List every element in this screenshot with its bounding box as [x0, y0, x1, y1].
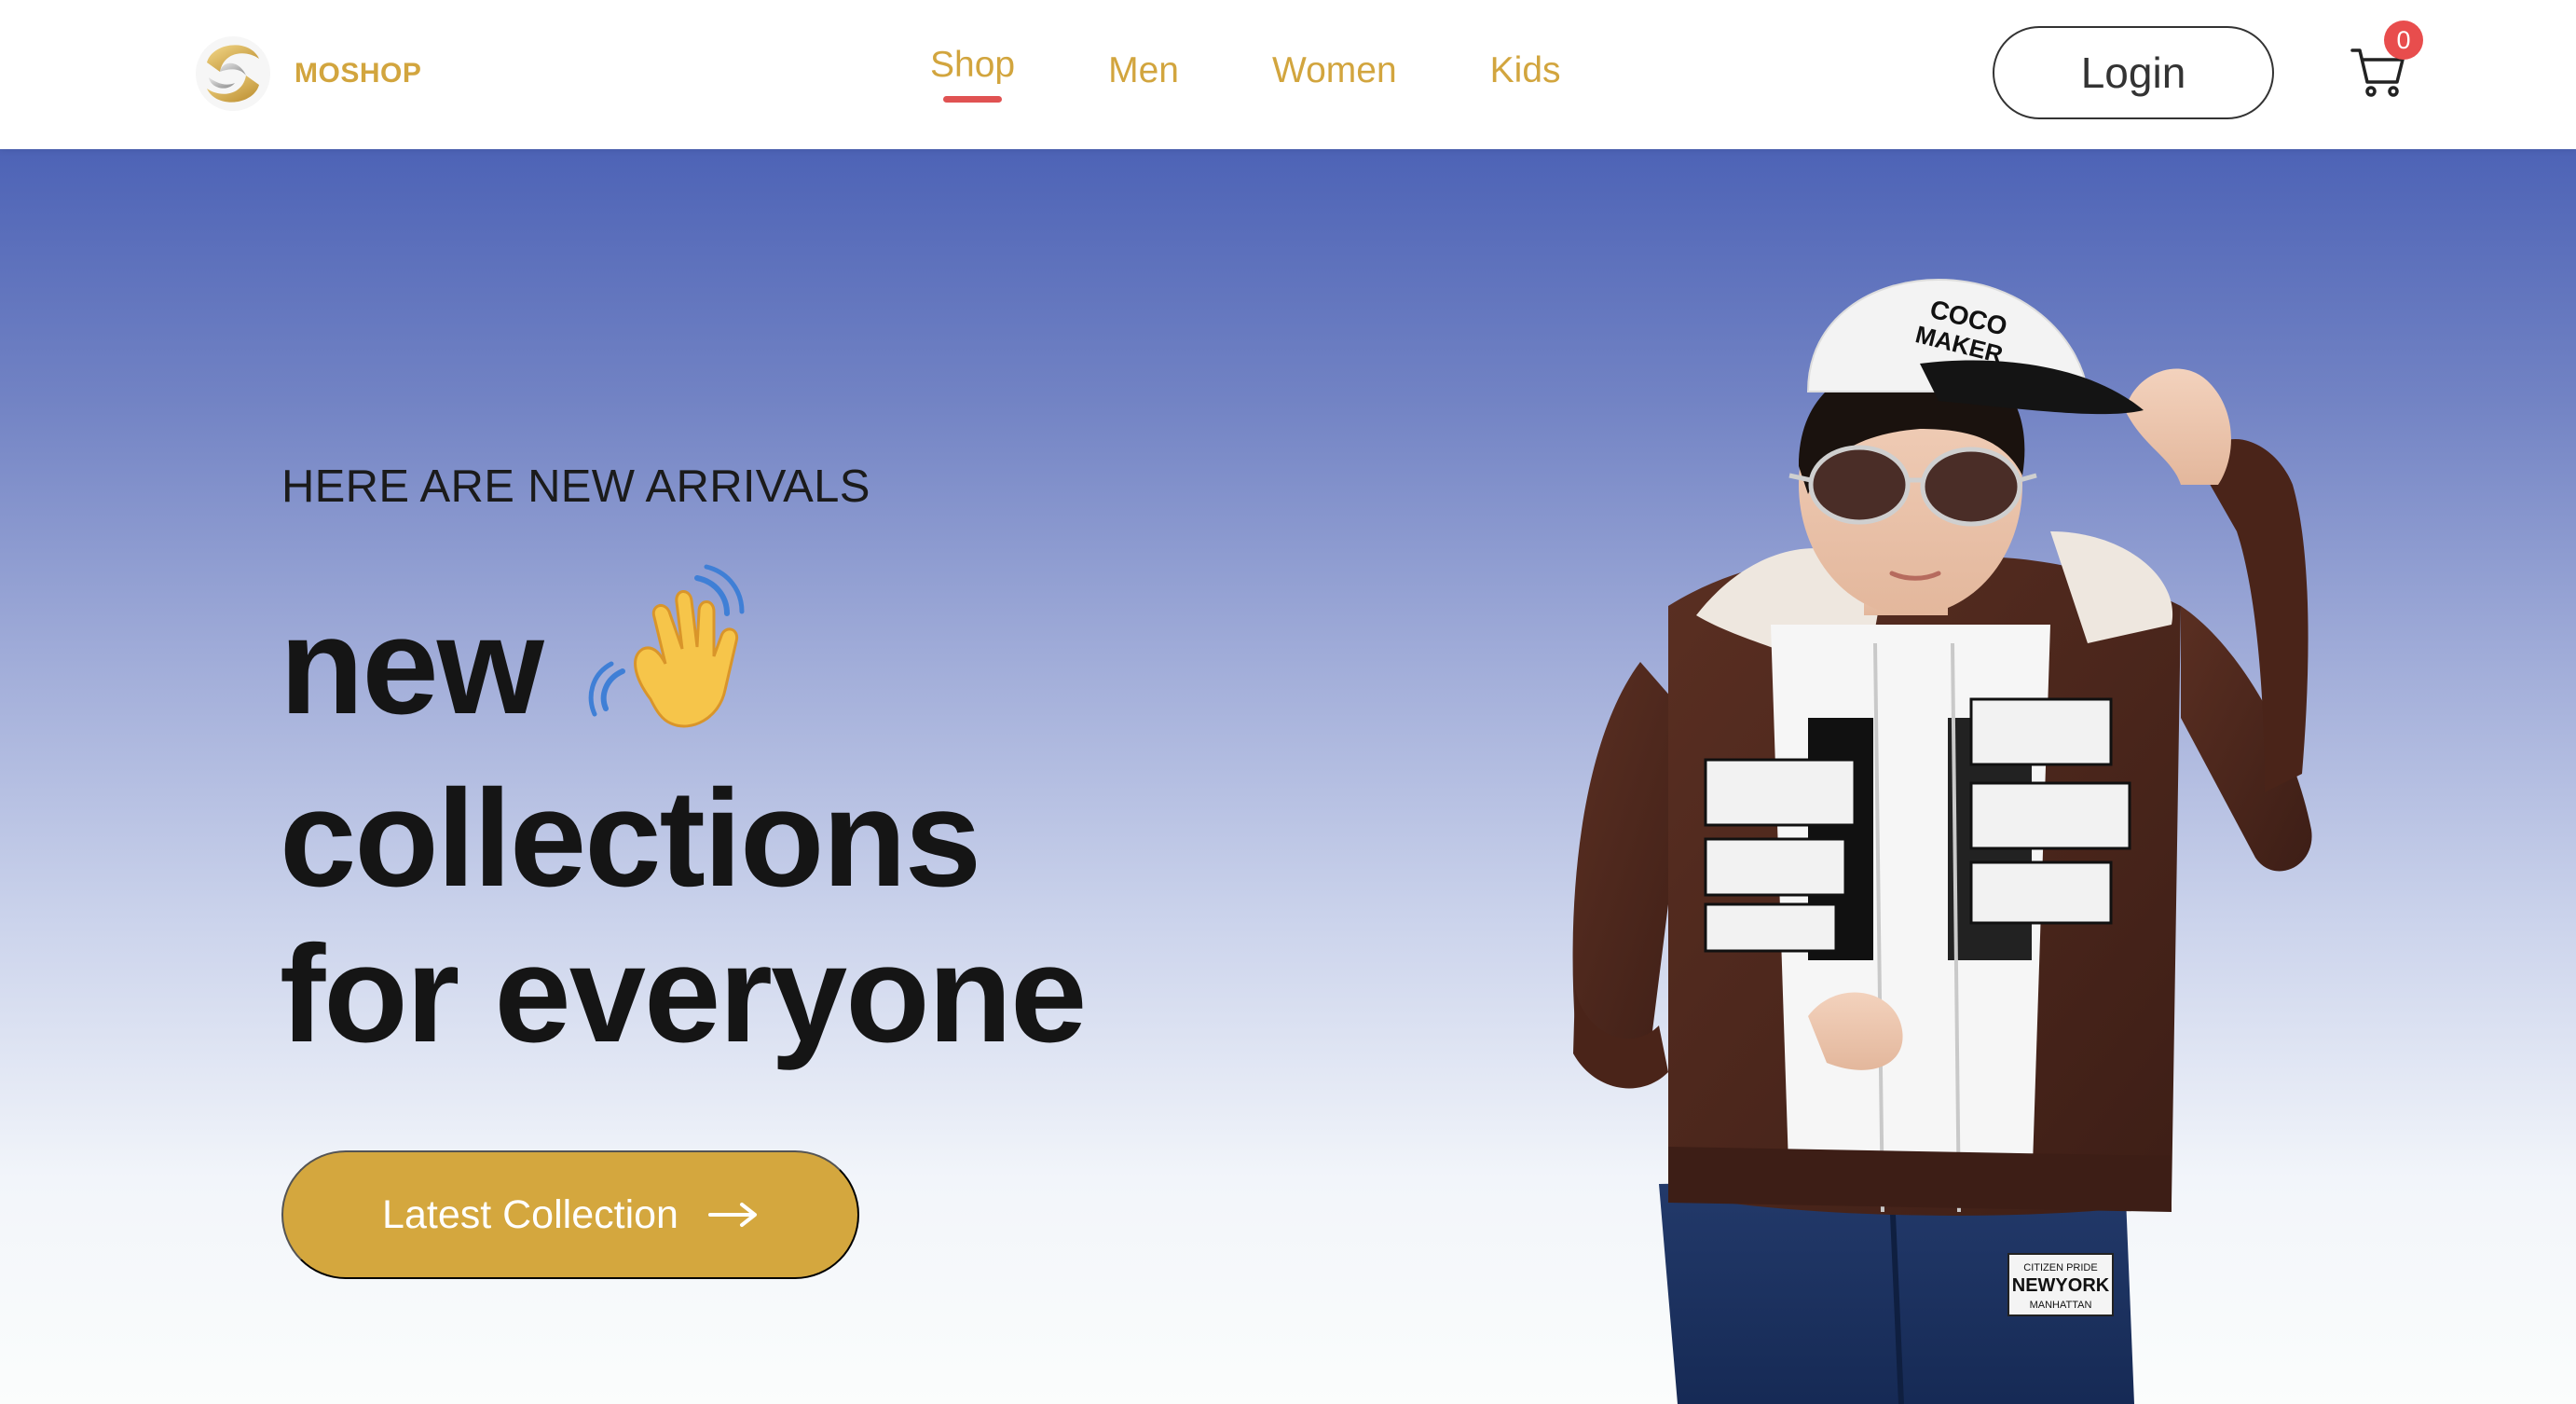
nav-link-men[interactable]: Men	[1108, 45, 1179, 91]
patch-text-1: CITIZEN PRIDE	[2023, 1262, 2097, 1273]
nav-link-label: Kids	[1489, 50, 1561, 90]
hero-section: HERE ARE NEW ARRIVALS new collections fo…	[0, 149, 2576, 1404]
hero-headline-line-2: collections	[280, 762, 981, 915]
nav-link-shop[interactable]: Shop	[930, 45, 1016, 103]
nav-link-kids[interactable]: Kids	[1490, 45, 1561, 91]
brand-name: MOSHOP	[295, 58, 422, 89]
patch-text-3: MANHATTAN	[2030, 1300, 2092, 1311]
hero-headline-line-1: new	[280, 589, 544, 743]
hero-headline-line-3: for everyone	[280, 917, 1087, 1071]
brand[interactable]: MOSHOP	[194, 34, 421, 114]
main-nav: Shop Men Women Kids	[930, 45, 1561, 103]
patch-text-2: NEWYORK	[2012, 1275, 2110, 1296]
nav-link-label: Shop	[930, 45, 1016, 85]
boy-model-image: CITIZEN PRIDE NEWYORK MANHATTAN COCO MAK…	[1572, 278, 2312, 1404]
hero-eyebrow: HERE ARE NEW ARRIVALS	[281, 461, 870, 512]
nav-link-label: Women	[1271, 50, 1397, 90]
cart-button[interactable]: 0	[2349, 21, 2423, 101]
swirl-logo-icon	[196, 36, 270, 111]
waving-hand-icon	[588, 564, 745, 728]
active-underline	[943, 96, 1003, 103]
arrow-right-icon	[707, 1203, 757, 1227]
cart-count-badge: 0	[2384, 21, 2423, 60]
cta-label: Latest Collection	[382, 1191, 678, 1237]
login-button[interactable]: Login	[1993, 26, 2274, 119]
nav-link-label: Men	[1108, 50, 1179, 90]
top-navbar: MOSHOP Shop Men Women Kids Login 0	[0, 0, 2576, 149]
nav-link-women[interactable]: Women	[1272, 45, 1397, 91]
latest-collection-button[interactable]: Latest Collection	[281, 1150, 859, 1279]
